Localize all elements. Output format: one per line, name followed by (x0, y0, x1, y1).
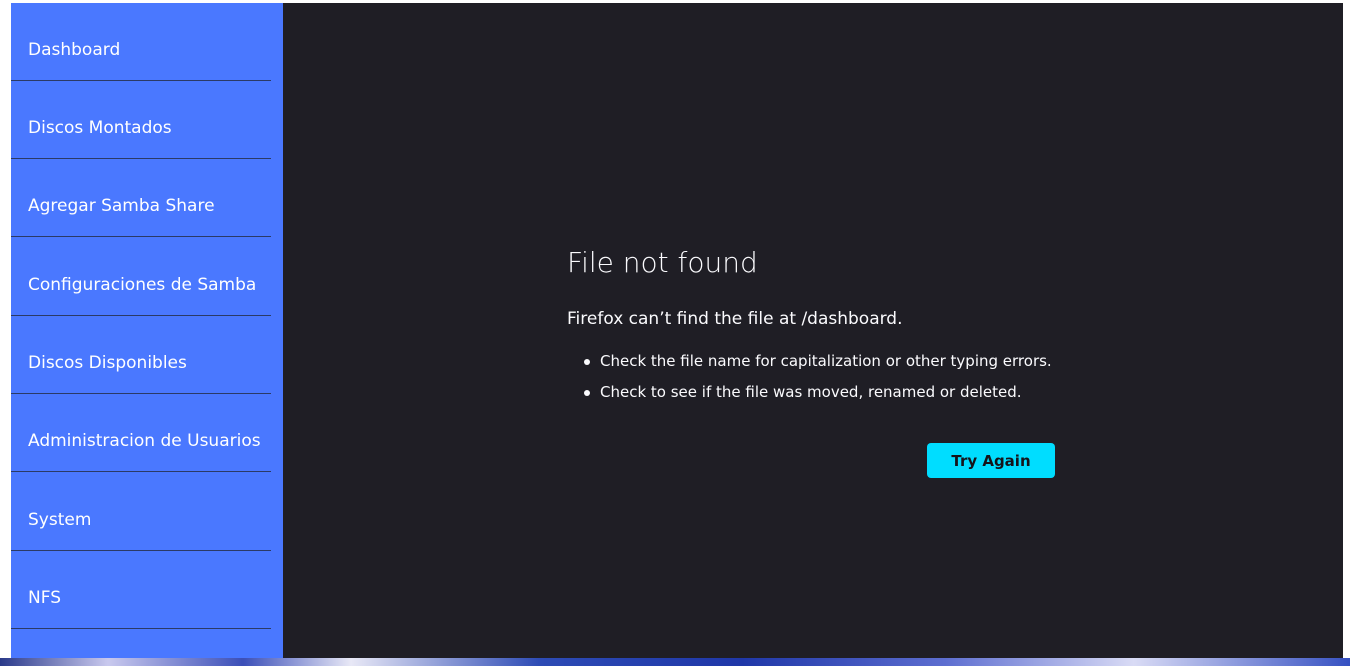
page-title: File not found (567, 246, 758, 279)
error-page: File not found Firefox can’t find the fi… (283, 3, 1343, 658)
tip-text: Check the file name for capitalization o… (600, 352, 1052, 370)
sidebar-item-dashboard[interactable]: Dashboard (11, 3, 271, 81)
bullet-icon (584, 359, 590, 365)
sidebar-item-discos-disponibles[interactable]: Discos Disponibles (11, 316, 271, 394)
error-description: Firefox can’t find the file at /dashboar… (567, 309, 903, 329)
sidebar-item-label: Administracion de Usuarios (28, 431, 261, 451)
sidebar-item-system[interactable]: System (11, 473, 271, 551)
sidebar-item-label: NFS (28, 588, 61, 608)
desktop-wallpaper (0, 658, 1350, 666)
sidebar-item-label: Dashboard (28, 40, 121, 60)
sidebar-item-label: Configuraciones de Samba (28, 275, 257, 295)
try-again-button[interactable]: Try Again (927, 443, 1055, 478)
list-item: Check the file name for capitalization o… (567, 351, 1052, 371)
sidebar-item-label: System (28, 510, 92, 530)
list-item: Check to see if the file was moved, rena… (567, 382, 1052, 402)
sidebar-item-administracion-de-usuarios[interactable]: Administracion de Usuarios (11, 394, 271, 472)
tips-list: Check the file name for capitalization o… (567, 351, 1052, 413)
sidebar-item-configuraciones-de-samba[interactable]: Configuraciones de Samba (11, 238, 271, 316)
app-window: Dashboard Discos Montados Agregar Samba … (0, 0, 1350, 658)
sidebar-item-label: Agregar Samba Share (28, 196, 215, 216)
sidebar-item-discos-montados[interactable]: Discos Montados (11, 81, 271, 159)
sidebar: Dashboard Discos Montados Agregar Samba … (11, 3, 283, 658)
sidebar-item-nfs[interactable]: NFS (11, 551, 271, 629)
bullet-icon (584, 390, 590, 396)
sidebar-item-agregar-samba-share[interactable]: Agregar Samba Share (11, 159, 271, 237)
sidebar-item-label: Discos Montados (28, 118, 172, 138)
tip-text: Check to see if the file was moved, rena… (600, 383, 1022, 401)
sidebar-item-label: Discos Disponibles (28, 353, 187, 373)
